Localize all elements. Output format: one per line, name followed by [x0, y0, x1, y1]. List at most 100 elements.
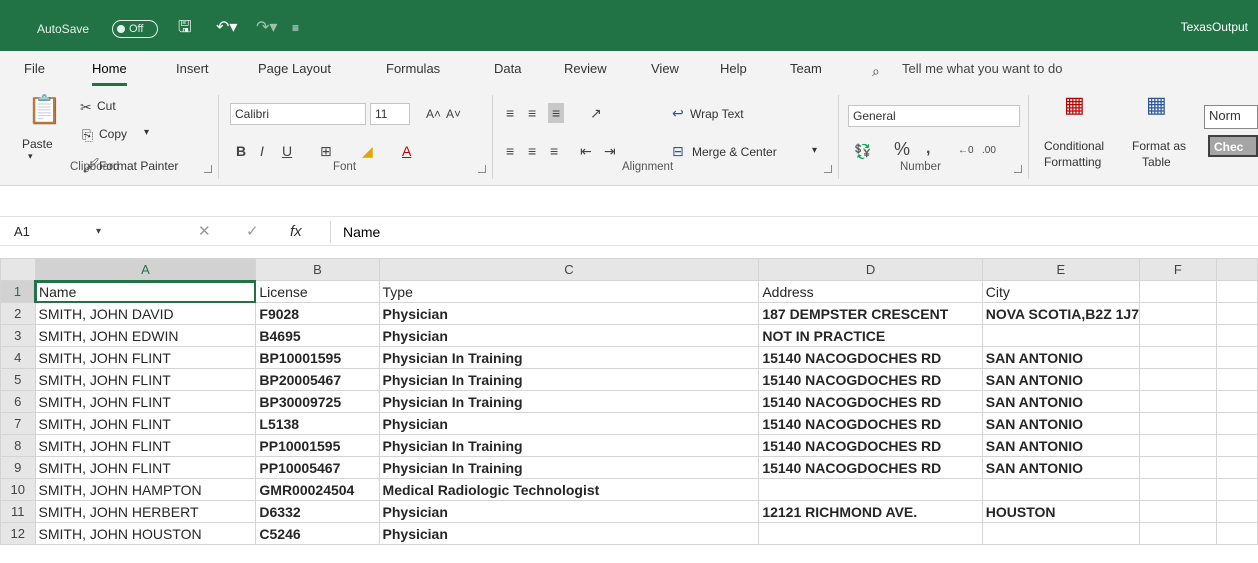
customize-toolbar-icon[interactable]: ≡: [292, 18, 299, 38]
alignment-launcher-icon[interactable]: [824, 165, 832, 173]
cell[interactable]: [1215, 324, 1258, 347]
cell[interactable]: L5138: [255, 412, 380, 435]
paste-dropdown-icon[interactable]: ▾: [28, 151, 33, 162]
cell[interactable]: City: [981, 280, 1141, 303]
cell[interactable]: [1215, 368, 1258, 391]
cell[interactable]: NOT IN PRACTICE: [758, 324, 983, 347]
cell[interactable]: C5246: [255, 522, 380, 545]
align-bottom-icon[interactable]: ≡: [548, 103, 565, 123]
row-header[interactable]: 7: [0, 412, 36, 435]
undo-icon[interactable]: ↶▾: [216, 18, 237, 38]
cell[interactable]: [1215, 500, 1258, 523]
cell[interactable]: SAN ANTONIO: [981, 390, 1141, 413]
font-color-icon[interactable]: A: [402, 143, 411, 159]
cell[interactable]: License: [255, 280, 380, 303]
cut-button[interactable]: Cut: [97, 99, 116, 113]
format-as-table-label-2[interactable]: Table: [1142, 155, 1171, 169]
cell[interactable]: Physician: [378, 324, 760, 347]
cell[interactable]: SMITH, JOHN FLINT: [34, 368, 257, 391]
cell[interactable]: [758, 522, 983, 545]
increase-decimal-icon[interactable]: ←0: [958, 143, 974, 159]
shrink-font-icon[interactable]: A˅: [446, 106, 461, 122]
row-header[interactable]: 3: [0, 324, 36, 347]
align-left-icon[interactable]: ≡: [506, 143, 514, 159]
row-header[interactable]: 11: [0, 500, 36, 523]
tab-insert[interactable]: Insert: [176, 61, 209, 76]
cell[interactable]: HOUSTON: [981, 500, 1141, 523]
tab-view[interactable]: View: [651, 61, 679, 76]
cell[interactable]: SMITH, JOHN FLINT: [34, 434, 257, 457]
align-center-icon[interactable]: ≡: [528, 143, 536, 159]
cell[interactable]: [1139, 390, 1217, 413]
tab-file[interactable]: File: [24, 61, 45, 76]
column-header-f[interactable]: F: [1139, 258, 1217, 281]
cell[interactable]: [1139, 302, 1217, 325]
cell[interactable]: SMITH, JOHN EDWIN: [34, 324, 257, 347]
cell[interactable]: D6332: [255, 500, 380, 523]
tab-review[interactable]: Review: [564, 61, 607, 76]
row-header[interactable]: 4: [0, 346, 36, 369]
grow-font-icon[interactable]: A˄: [426, 106, 441, 122]
row-header[interactable]: 10: [0, 478, 36, 501]
cell[interactable]: SAN ANTONIO: [981, 434, 1141, 457]
number-launcher-icon[interactable]: [1014, 165, 1022, 173]
clipboard-launcher-icon[interactable]: [204, 165, 212, 173]
cell[interactable]: Medical Radiologic Technologist: [378, 478, 760, 501]
cell[interactable]: 15140 NACOGDOCHES RD: [758, 346, 983, 369]
align-middle-icon[interactable]: ≡: [528, 105, 536, 121]
row-header[interactable]: 5: [0, 368, 36, 391]
cell[interactable]: [981, 324, 1141, 347]
column-header-g[interactable]: [1215, 258, 1258, 281]
cell[interactable]: 15140 NACOGDOCHES RD: [758, 390, 983, 413]
column-header-d[interactable]: D: [758, 258, 983, 281]
cell[interactable]: SMITH, JOHN DAVID: [34, 302, 257, 325]
cell[interactable]: SAN ANTONIO: [981, 456, 1141, 479]
cell[interactable]: Physician: [378, 412, 760, 435]
paste-button[interactable]: Paste: [22, 137, 53, 151]
cell[interactable]: Physician In Training: [378, 456, 760, 479]
percent-icon[interactable]: %: [894, 140, 910, 158]
cell[interactable]: [1139, 368, 1217, 391]
cell[interactable]: BP20005467: [255, 368, 380, 391]
tab-team[interactable]: Team: [790, 61, 822, 76]
cell[interactable]: [981, 478, 1141, 501]
cell[interactable]: 12121 RICHMOND AVE.: [758, 500, 983, 523]
font-size-select[interactable]: 11: [370, 103, 410, 125]
cell[interactable]: Type: [378, 280, 760, 303]
copy-button[interactable]: Copy: [99, 127, 127, 141]
cell[interactable]: Name: [34, 280, 257, 303]
row-header[interactable]: 9: [0, 456, 36, 479]
cell[interactable]: BP10001595: [255, 346, 380, 369]
cell[interactable]: [981, 522, 1141, 545]
cell[interactable]: [1139, 456, 1217, 479]
conditional-formatting-label-1[interactable]: Conditional: [1044, 139, 1104, 153]
decrease-decimal-icon[interactable]: .00: [982, 143, 996, 159]
cell[interactable]: Physician: [378, 500, 760, 523]
cell[interactable]: [1215, 302, 1258, 325]
cell[interactable]: SMITH, JOHN FLINT: [34, 456, 257, 479]
font-launcher-icon[interactable]: [478, 165, 486, 173]
cell[interactable]: SMITH, JOHN FLINT: [34, 390, 257, 413]
cell[interactable]: [1215, 346, 1258, 369]
column-header-b[interactable]: B: [255, 258, 380, 281]
cancel-icon[interactable]: ✕: [198, 221, 211, 243]
merge-dropdown-icon[interactable]: ▾: [812, 145, 817, 156]
cell[interactable]: SMITH, JOHN HAMPTON: [34, 478, 257, 501]
name-box[interactable]: A1: [14, 221, 138, 243]
cell[interactable]: SAN ANTONIO: [981, 346, 1141, 369]
orientation-icon[interactable]: ↗: [590, 105, 602, 121]
cell[interactable]: [1139, 280, 1217, 303]
cell[interactable]: B4695: [255, 324, 380, 347]
cell[interactable]: Physician In Training: [378, 368, 760, 391]
cell[interactable]: [1215, 478, 1258, 501]
accounting-format-icon[interactable]: 💱: [854, 143, 871, 159]
cell[interactable]: 15140 NACOGDOCHES RD: [758, 412, 983, 435]
cell[interactable]: SAN ANTONIO: [981, 368, 1141, 391]
tab-page-layout[interactable]: Page Layout: [258, 61, 331, 76]
column-header-e[interactable]: E: [981, 258, 1141, 281]
cell[interactable]: Physician: [378, 302, 760, 325]
cell[interactable]: [1139, 500, 1217, 523]
cell[interactable]: SMITH, JOHN FLINT: [34, 412, 257, 435]
cell[interactable]: [1215, 434, 1258, 457]
cell[interactable]: BP30009725: [255, 390, 380, 413]
